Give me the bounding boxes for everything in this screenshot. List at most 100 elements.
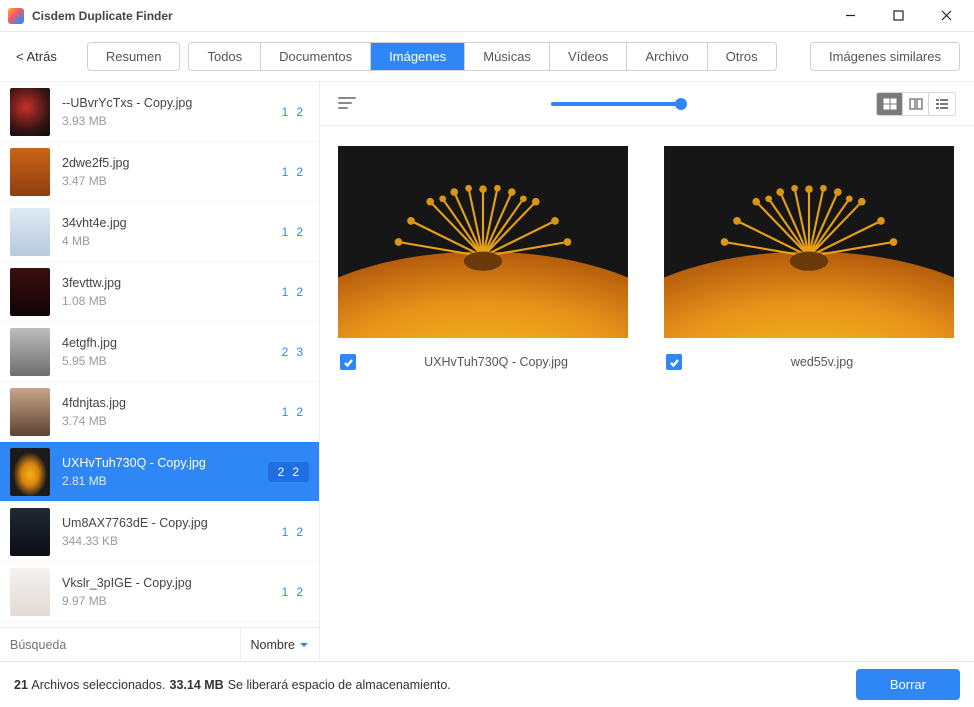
duplicate-counts: 12 [282,585,309,599]
thumbnail [10,88,50,136]
preview-filename: UXHvTuh730Q - Copy.jpg [366,355,626,369]
search-input[interactable] [0,628,240,661]
preview-card: wed55v.jpg [664,146,954,376]
maximize-button[interactable] [884,2,912,30]
tab-videos[interactable]: Vídeos [550,43,627,70]
file-size: 1.08 MB [62,294,270,308]
file-meta: 4fdnjtas.jpg 3.74 MB [62,396,270,428]
thumbnail [10,268,50,316]
list-item[interactable]: 4etgfh.jpg 5.95 MB 23 [0,322,319,382]
duplicate-counts: 12 [282,525,309,539]
selected-label: Archivos seleccionados. [31,678,165,692]
list-item[interactable]: UXHvTuh730Q - Copy.jpg 2.81 MB 22 [0,442,319,502]
savings-size: 33.14 MB [170,678,224,692]
file-meta: UXHvTuh730Q - Copy.jpg 2.81 MB [62,456,256,488]
file-name: 4fdnjtas.jpg [62,396,270,410]
toolbar: < Atrás Resumen Todos Documentos Imágene… [0,32,974,81]
file-size: 2.81 MB [62,474,256,488]
file-size: 3.47 MB [62,174,270,188]
file-size: 3.93 MB [62,114,270,128]
view-mode-group [876,92,956,116]
main-area: --UBvrYcTxs - Copy.jpg3.93 MB122dwe2f5.j… [0,81,974,661]
duplicate-counts: 12 [282,285,309,299]
tab-all[interactable]: Todos [189,43,261,70]
savings-label: Se liberará espacio de almacenamiento. [228,678,451,692]
sort-dropdown[interactable]: Nombre [240,628,319,661]
list-item[interactable]: 2dwe2f5.jpg 3.47 MB 12 [0,142,319,202]
file-name: --UBvrYcTxs - Copy.jpg [62,96,270,110]
list-item[interactable]: 3fevttw.jpg 1.08 MB 12 [0,262,319,322]
titlebar: Cisdem Duplicate Finder [0,0,974,32]
similar-images-button[interactable]: Imágenes similares [810,42,960,71]
file-size: 3.74 MB [62,414,270,428]
file-meta: Vkslr_3pIGE - Copy.jpg 9.97 MB [62,576,270,608]
minimize-button[interactable] [836,2,864,30]
back-button[interactable]: < Atrás [14,45,59,68]
window-controls [836,2,966,30]
file-list[interactable]: --UBvrYcTxs - Copy.jpg3.93 MB122dwe2f5.j… [0,82,319,627]
sort-label: Nombre [251,638,295,652]
list-item[interactable]: Um8AX7763dE - Copy.jpg344.33 KB 12 [0,502,319,562]
file-meta: 4etgfh.jpg 5.95 MB [62,336,270,368]
preview-footer: UXHvTuh730Q - Copy.jpg [338,348,628,376]
list-item[interactable]: Vkslr_3pIGE - Copy.jpg 9.97 MB 12 [0,562,319,622]
thumbnail [10,388,50,436]
duplicate-counts: 12 [282,165,309,179]
view-list-button[interactable] [929,93,955,115]
chevron-down-icon [299,640,309,650]
window-title: Cisdem Duplicate Finder [32,9,836,23]
file-meta: 3fevttw.jpg 1.08 MB [62,276,270,308]
flower-image-icon [664,146,954,338]
close-button[interactable] [932,2,960,30]
summary-button[interactable]: Resumen [87,42,181,71]
view-split-button[interactable] [903,93,929,115]
sort-icon[interactable] [338,97,356,111]
preview-card: UXHvTuh730Q - Copy.jpg [338,146,628,376]
duplicate-counts: 12 [282,105,309,119]
tab-images[interactable]: Imágenes [371,43,465,70]
select-checkbox[interactable] [340,354,356,370]
list-item[interactable]: --UBvrYcTxs - Copy.jpg 3.93 MB 12 [0,82,319,142]
tab-music[interactable]: Músicas [465,43,550,70]
tab-others[interactable]: Otros [708,43,776,70]
list-item[interactable]: 34vht4e.jpg4 MB12 [0,202,319,262]
file-size: 4 MB [62,234,270,248]
file-name: UXHvTuh730Q - Copy.jpg [62,456,256,470]
file-meta: Um8AX7763dE - Copy.jpg344.33 KB [62,516,270,548]
file-size: 5.95 MB [62,354,270,368]
file-meta: --UBvrYcTxs - Copy.jpg 3.93 MB [62,96,270,128]
tab-archive[interactable]: Archivo [627,43,707,70]
preview-footer: wed55v.jpg [664,348,954,376]
select-checkbox[interactable] [666,354,682,370]
preview-gallery: UXHvTuh730Q - Copy.jpg wed55v.jpg [320,126,974,661]
file-name: Vkslr_3pIGE - Copy.jpg [62,576,270,590]
sidebar-footer: Nombre [0,627,319,661]
delete-button[interactable]: Borrar [856,669,960,700]
selected-count: 21 [14,678,28,692]
tab-documents[interactable]: Documentos [261,43,371,70]
status-bar: 21 Archivos seleccionados. 33.14 MB Se l… [0,661,974,707]
list-item[interactable]: 4fdnjtas.jpg 3.74 MB 12 [0,382,319,442]
category-tabs: Todos Documentos Imágenes Músicas Vídeos… [188,42,776,71]
file-size: 9.97 MB [62,594,270,608]
flower-image-icon [338,146,628,338]
preview-filename: wed55v.jpg [692,355,952,369]
duplicate-counts: 22 [268,462,309,482]
file-name: 34vht4e.jpg [62,216,270,230]
app-logo-icon [8,8,24,24]
file-meta: 34vht4e.jpg 4 MB [62,216,270,248]
thumbnail [10,208,50,256]
duplicate-counts: 23 [282,345,309,359]
duplicate-counts: 12 [282,405,309,419]
zoom-slider[interactable] [368,102,864,106]
file-name: 3fevttw.jpg [62,276,270,290]
file-name: 2dwe2f5.jpg [62,156,270,170]
file-meta: 2dwe2f5.jpg 3.47 MB [62,156,270,188]
thumbnail [10,328,50,376]
file-name: 4etgfh.jpg [62,336,270,350]
preview-image[interactable] [664,146,954,338]
preview-image[interactable] [338,146,628,338]
file-name: Um8AX7763dE - Copy.jpg [62,516,270,530]
thumbnail [10,148,50,196]
view-grid-button[interactable] [877,93,903,115]
